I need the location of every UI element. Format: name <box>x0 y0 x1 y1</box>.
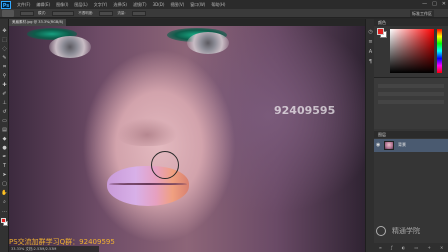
menu-layer[interactable]: 图层(L) <box>74 0 87 9</box>
eye-icon[interactable]: ◉ <box>376 142 380 148</box>
brand-logo-icon <box>376 226 386 236</box>
panel-icon-strip: ◷ ≡ A ¶ <box>365 19 374 252</box>
minimize-button[interactable]: — <box>422 0 427 9</box>
menu-view[interactable]: 视图(V) <box>170 0 184 9</box>
menu-edit[interactable]: 编辑(E) <box>36 0 50 9</box>
brand-watermark: 精通学院 <box>392 227 420 235</box>
more-tools-icon[interactable]: … <box>1 208 8 215</box>
menu-3d[interactable]: 3D(D) <box>153 0 165 9</box>
brush-size-picker[interactable] <box>20 10 34 16</box>
layers-panel-title[interactable]: 图层 <box>374 131 448 138</box>
flow-label: 流量: <box>117 10 126 15</box>
photoshop-window: Ps 文件(F) 编辑(E) 图像(I) 图层(L) 文字(Y) 选择(S) 滤… <box>0 0 448 252</box>
tool-preset-picker[interactable] <box>2 9 14 17</box>
menu-window[interactable]: 窗口(W) <box>190 0 205 9</box>
link-icon[interactable]: ∞ <box>379 245 382 250</box>
new-layer-icon[interactable]: + <box>427 245 430 250</box>
document-tab[interactable]: 美眉素材.jpg @ 33.3%(RGB/8) <box>9 19 67 26</box>
maximize-button[interactable]: □ <box>432 0 437 9</box>
blur-tool-icon[interactable]: ◆ <box>1 136 8 143</box>
marquee-tool-icon[interactable]: ⬚ <box>1 37 8 44</box>
healing-brush-tool-icon[interactable]: ✚ <box>1 82 8 89</box>
brush-tool-icon[interactable]: ✐ <box>1 91 8 98</box>
dodge-tool-icon[interactable]: ● <box>1 145 8 152</box>
character-panel-icon[interactable]: A <box>367 49 374 55</box>
folder-icon[interactable]: ▭ <box>414 245 418 250</box>
quick-select-tool-icon[interactable]: ✎ <box>1 55 8 62</box>
menu-bar: Ps 文件(F) 编辑(E) 图像(I) 图层(L) 文字(Y) 选择(S) 滤… <box>0 0 448 9</box>
history-panel-icon[interactable]: ◷ <box>367 29 374 35</box>
menu-filter[interactable]: 滤镜(T) <box>133 0 147 9</box>
window-controls: — □ ✕ <box>422 0 446 9</box>
opacity-label: 不透明度: <box>78 10 94 15</box>
mode-select[interactable] <box>52 10 75 16</box>
properties-panel-icon[interactable]: ≡ <box>367 39 374 45</box>
adjustment-row[interactable] <box>378 92 444 96</box>
shape-tool-icon[interactable]: ▢ <box>1 181 8 188</box>
layer-name: 背景 <box>398 142 406 147</box>
flow-input[interactable] <box>131 10 146 16</box>
type-tool-icon[interactable]: T <box>1 163 8 170</box>
tools-panel: ✥ ⬚ ◌ ✎ ⌗ ⚲ ✚ ✐ ⊥ ↺ ▭ ▤ ◆ ● ✒ T ➤ ▢ ✋ ⌕ … <box>0 19 9 252</box>
history-brush-tool-icon[interactable]: ↺ <box>1 109 8 116</box>
move-tool-icon[interactable]: ✥ <box>1 28 8 35</box>
workspace-select[interactable]: 标准工作区 <box>410 10 434 17</box>
lasso-tool-icon[interactable]: ◌ <box>1 46 8 53</box>
right-panels: 颜色 图层 ◉ 背景 ∞ ƒ ◐ ▭ + ✕ <box>374 19 448 252</box>
menu-help[interactable]: 帮助(H) <box>211 0 225 9</box>
color-picker-field[interactable] <box>390 29 434 73</box>
path-select-tool-icon[interactable]: ➤ <box>1 172 8 179</box>
options-bar: 模式: 不透明度: 流量: 标准工作区 <box>0 9 448 18</box>
left-eye <box>49 36 91 58</box>
layer-thumbnail <box>384 141 394 150</box>
eraser-tool-icon[interactable]: ▭ <box>1 118 8 125</box>
opacity-input[interactable] <box>99 10 114 16</box>
paragraph-panel-icon[interactable]: ¶ <box>367 59 374 65</box>
panel-foreground-swatch[interactable] <box>377 28 384 35</box>
layer-row[interactable]: ◉ 背景 <box>374 139 448 152</box>
mask-icon[interactable]: ◐ <box>402 245 406 250</box>
document-tab-bar: 美眉素材.jpg @ 33.3%(RGB/8) <box>9 19 365 26</box>
menu-select[interactable]: 选择(S) <box>113 0 127 9</box>
trash-icon[interactable]: ✕ <box>440 245 443 250</box>
status-bar: 33.33% 文档:2.53M/2.53M <box>9 246 99 252</box>
crop-tool-icon[interactable]: ⌗ <box>1 64 8 71</box>
hue-slider[interactable] <box>437 29 442 73</box>
photoshop-logo: Ps <box>1 0 11 9</box>
foreground-color-swatch[interactable] <box>1 218 6 223</box>
color-panel-title[interactable]: 颜色 <box>374 19 448 26</box>
adjustment-row[interactable] <box>378 84 444 88</box>
hand-tool-icon[interactable]: ✋ <box>1 190 8 197</box>
adjustments-panel <box>374 77 448 129</box>
lip-line <box>109 183 187 185</box>
menu-image[interactable]: 图像(I) <box>56 0 68 9</box>
mode-label: 模式: <box>38 10 47 15</box>
nose <box>117 118 177 146</box>
clone-stamp-tool-icon[interactable]: ⊥ <box>1 100 8 107</box>
gradient-tool-icon[interactable]: ▤ <box>1 127 8 134</box>
eyedropper-tool-icon[interactable]: ⚲ <box>1 73 8 80</box>
zoom-tool-icon[interactable]: ⌕ <box>1 199 8 206</box>
brush-cursor <box>151 151 179 179</box>
adjustment-row[interactable] <box>378 100 444 104</box>
menu-file[interactable]: 文件(F) <box>17 0 30 9</box>
document-canvas[interactable]: 92409595 PS交流加群学习Q群：92409595 <box>9 26 365 252</box>
fx-icon[interactable]: ƒ <box>391 245 392 250</box>
pen-tool-icon[interactable]: ✒ <box>1 154 8 161</box>
close-button[interactable]: ✕ <box>442 0 446 9</box>
right-eye <box>187 32 229 54</box>
menu-type[interactable]: 文字(Y) <box>94 0 108 9</box>
qq-watermark: 92409595 <box>274 104 336 117</box>
layers-footer: ∞ ƒ ◐ ▭ + ✕ <box>374 243 448 252</box>
